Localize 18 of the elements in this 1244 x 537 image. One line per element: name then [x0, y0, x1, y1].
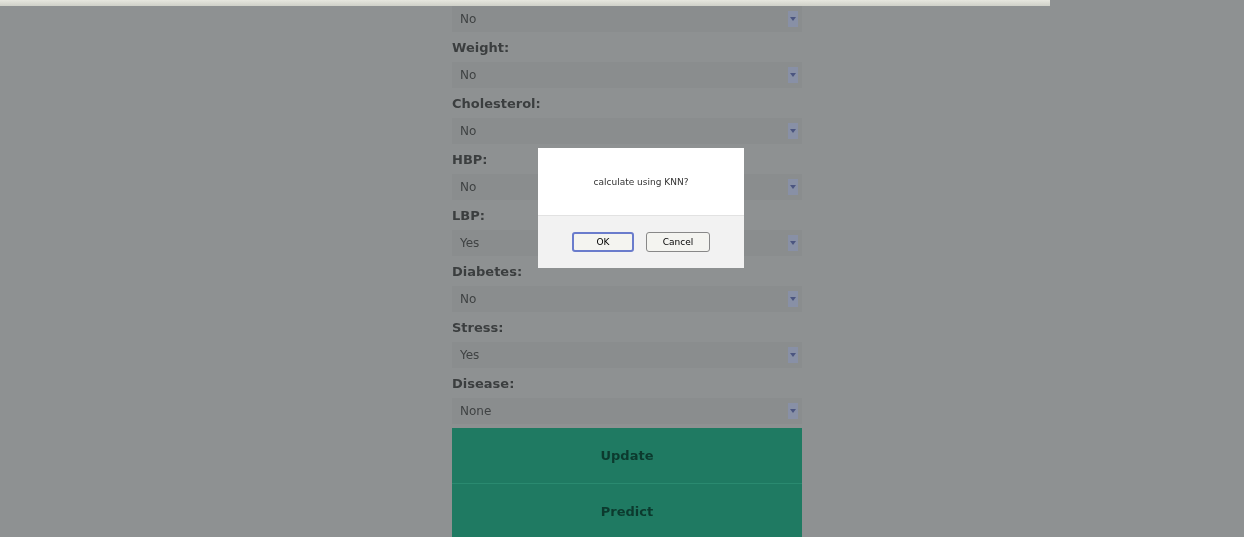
field-label: Weight: [452, 38, 511, 57]
action-button[interactable]: Predict [452, 483, 802, 537]
field-label: LBP: [452, 206, 486, 225]
dialog-button[interactable]: OK [572, 232, 634, 252]
dropdown-select[interactable]: No [452, 286, 802, 312]
field-label: HBP: [452, 150, 489, 169]
field-label: Cholesterol: [452, 94, 542, 113]
action-button[interactable]: Update [452, 428, 802, 483]
dropdown-select[interactable]: Yes [452, 342, 802, 368]
dropdown-select[interactable]: None [452, 398, 802, 424]
field-label: Diabetes: [452, 262, 524, 281]
field-label: Stress: [452, 318, 505, 337]
field-label: Disease: [452, 374, 516, 393]
dialog-message: calculate using KNN? [592, 175, 690, 189]
dropdown-select[interactable]: No [452, 118, 802, 144]
dialog-button[interactable]: Cancel [646, 232, 710, 252]
dropdown-select[interactable]: No [452, 6, 802, 32]
dropdown-select[interactable]: No [452, 62, 802, 88]
